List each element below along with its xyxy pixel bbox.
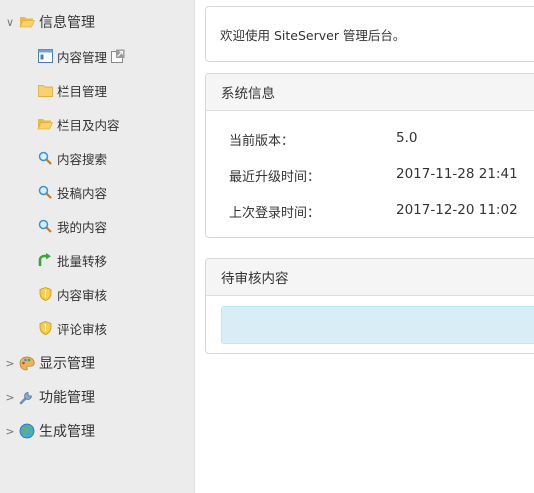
pending-review-panel: 待审核内容 bbox=[205, 258, 534, 354]
sidebar: ∨ 信息管理 内容管理 栏目管理 栏目及内容 内容搜索 投稿内容 我的内容 批量… bbox=[0, 0, 195, 493]
sidebar-item-label: 栏目管理 bbox=[57, 83, 108, 99]
shield-icon bbox=[37, 320, 53, 336]
sidebar-item-comment-review[interactable]: 评论审核 bbox=[37, 316, 107, 340]
panel-title: 待审核内容 bbox=[206, 259, 534, 296]
search-icon bbox=[37, 218, 53, 234]
pending-info-box bbox=[221, 306, 534, 344]
system-info-panel: 系统信息 当前版本： 5.0 最近升级时间： 2017-11-28 21:41 … bbox=[205, 73, 534, 238]
sidebar-item-batch-transfer[interactable]: 批量转移 bbox=[37, 248, 107, 272]
sidebar-item-content-search[interactable]: 内容搜索 bbox=[37, 146, 107, 170]
info-value-version: 5.0 bbox=[396, 130, 418, 146]
palette-icon bbox=[19, 355, 35, 371]
info-label-last-login: 上次登录时间： bbox=[229, 206, 321, 221]
sidebar-item-display-mgmt[interactable]: > 显示管理 bbox=[4, 351, 95, 375]
sidebar-item-channel-mgmt[interactable]: 栏目管理 bbox=[37, 78, 107, 102]
sidebar-item-channel-content[interactable]: 栏目及内容 bbox=[37, 112, 120, 136]
sidebar-item-my-content[interactable]: 我的内容 bbox=[37, 214, 107, 238]
sidebar-item-label: 生成管理 bbox=[39, 424, 95, 440]
page: ∨ 信息管理 内容管理 栏目管理 栏目及内容 内容搜索 投稿内容 我的内容 批量… bbox=[0, 0, 534, 493]
sidebar-item-label: 内容审核 bbox=[57, 287, 108, 303]
folder-icon bbox=[37, 82, 53, 98]
sidebar-item-label: 功能管理 bbox=[39, 390, 95, 406]
shield-icon bbox=[37, 286, 53, 302]
wrench-icon bbox=[19, 389, 35, 405]
sidebar-item-label: 投稿内容 bbox=[57, 185, 108, 201]
panel-title: 系统信息 bbox=[206, 74, 534, 111]
sidebar-item-content-mgmt[interactable]: 内容管理 bbox=[37, 44, 125, 68]
sidebar-item-label: 内容管理 bbox=[57, 49, 108, 65]
info-value-last-upgrade: 2017-11-28 21:41 bbox=[396, 166, 518, 182]
arrow-curve-icon bbox=[37, 252, 53, 268]
sidebar-item-label: 批量转移 bbox=[57, 253, 108, 269]
chevron-down-icon: ∨ bbox=[5, 15, 15, 29]
external-link-icon[interactable] bbox=[111, 49, 125, 63]
search-icon bbox=[37, 184, 53, 200]
info-label-last-upgrade: 最近升级时间： bbox=[229, 170, 321, 185]
welcome-text: 欢迎使用 SiteServer 管理后台。 bbox=[220, 27, 406, 43]
search-icon bbox=[37, 150, 53, 166]
sidebar-item-label: 显示管理 bbox=[39, 356, 95, 372]
sidebar-item-generate-mgmt[interactable]: > 生成管理 bbox=[4, 419, 95, 443]
chevron-right-icon: > bbox=[5, 424, 15, 438]
chevron-right-icon: > bbox=[5, 356, 15, 370]
sidebar-item-label: 信息管理 bbox=[39, 15, 95, 31]
content-window-icon bbox=[37, 48, 53, 64]
sidebar-item-label: 栏目及内容 bbox=[57, 117, 120, 133]
folder-open-icon bbox=[19, 14, 35, 30]
info-label-version: 当前版本： bbox=[229, 134, 295, 149]
globe-icon bbox=[19, 423, 35, 439]
folder-open-icon bbox=[37, 116, 53, 132]
info-value-last-login: 2017-12-20 11:02 bbox=[396, 202, 518, 218]
sidebar-item-label: 我的内容 bbox=[57, 219, 108, 235]
sidebar-item-content-review[interactable]: 内容审核 bbox=[37, 282, 107, 306]
sidebar-item-function-mgmt[interactable]: > 功能管理 bbox=[4, 385, 95, 409]
sidebar-item-label: 内容搜索 bbox=[57, 151, 108, 167]
chevron-right-icon: > bbox=[5, 390, 15, 404]
sidebar-item-submissions[interactable]: 投稿内容 bbox=[37, 180, 107, 204]
sidebar-item-info-mgmt[interactable]: ∨ 信息管理 bbox=[4, 10, 95, 34]
welcome-panel: 欢迎使用 SiteServer 管理后台。 bbox=[205, 6, 534, 62]
sidebar-item-label: 评论审核 bbox=[57, 321, 108, 337]
